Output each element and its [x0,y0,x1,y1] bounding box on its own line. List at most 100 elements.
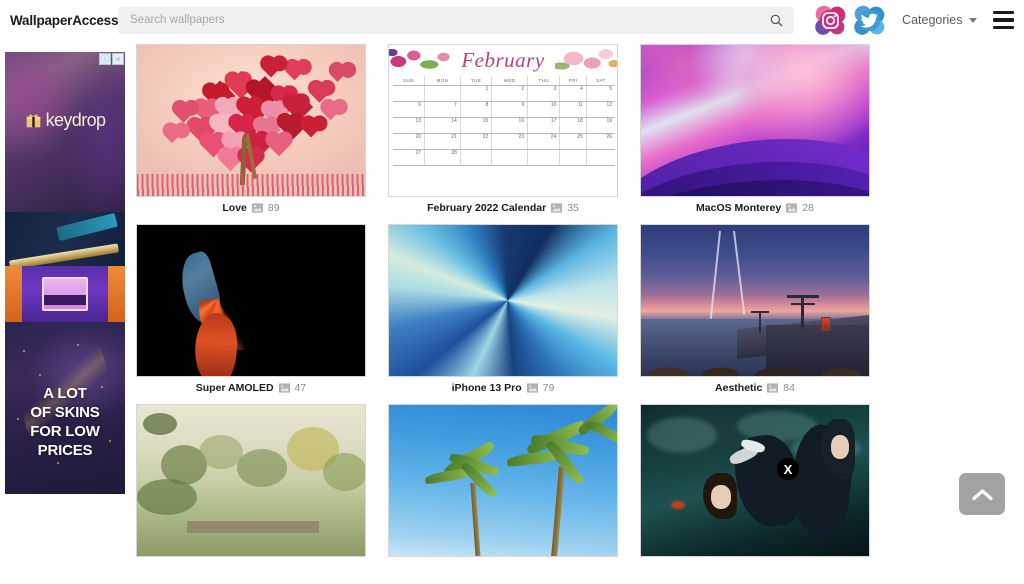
twitter-icon[interactable] [851,2,888,39]
wallpaper-card-palm-trees[interactable] [388,404,618,579]
scroll-to-top-button[interactable] [959,473,1005,515]
card-caption: Love 89 [136,197,366,219]
ad-headline: A LOT OF SKINS FOR LOW PRICES [5,384,125,460]
anime-overlay-close-button[interactable]: X [777,458,799,480]
ad-brand-name: keydrop [46,110,106,131]
calendar-day [586,150,615,166]
calendar-day [460,150,492,166]
calendar-day: 23 [492,134,528,150]
hamburger-icon-bar [993,11,1015,14]
amoled-artwork [137,225,365,376]
calendar-week-row: 13 14 15 16 17 18 19 [393,118,615,134]
image-icon [551,203,562,213]
calendar-day: 18 [560,118,587,134]
card-image-count: 79 [543,382,555,394]
image-icon [252,203,263,213]
calendar-header-row: SUN MON TUE WED THU FRI SAT [393,76,615,86]
wallpaper-card-anime[interactable]: X [640,404,870,579]
calendar-artwork: February SUN MON TUE WED THU FRI SAT [389,45,617,196]
wallpaper-grid: Love 89 February SUN MO [136,44,896,584]
ad-controls: ⓘ × [99,53,124,65]
wallpaper-thumbnail[interactable]: X [640,404,870,557]
calendar-day: 14 [425,118,461,134]
card-title[interactable]: iPhone 13 Pro [452,382,522,394]
card-title[interactable]: February 2022 Calendar [427,202,546,214]
aesthetic-artwork [641,225,869,376]
image-icon [767,383,778,393]
calendar-day: 15 [460,118,492,134]
calendar-day [393,86,425,102]
card-image-count: 89 [268,202,280,214]
ad-headline-line: OF SKINS [5,403,125,422]
wallpaper-thumbnail[interactable] [388,404,618,557]
image-icon [527,383,538,393]
calendar-week-row: 6 7 8 9 10 11 12 [393,102,615,118]
search-input[interactable] [118,7,794,34]
calendar-day: 17 [528,118,560,134]
wallpaper-thumbnail[interactable] [136,404,366,557]
wallpaper-card-love[interactable]: Love 89 [136,44,366,219]
wallpaper-thumbnail[interactable]: February SUN MON TUE WED THU FRI SAT [388,44,618,197]
calendar-day: 9 [492,102,528,118]
calendar-day: 7 [425,102,461,118]
bridge [187,520,319,534]
pier-lamp [821,317,831,331]
wallpaper-thumbnail[interactable] [136,224,366,377]
categories-label: Categories [902,13,962,27]
calendar-day: 10 [528,102,560,118]
card-title[interactable]: MacOS Monterey [696,202,781,214]
card-image-count: 28 [802,202,814,214]
ad-top-artwork [5,52,125,212]
ad-close-icon[interactable]: × [112,53,124,65]
calendar-table: SUN MON TUE WED THU FRI SAT [393,76,615,166]
wallpaper-thumbnail[interactable] [136,44,366,197]
wallpaper-thumbnail[interactable] [388,224,618,377]
chevron-up-icon [972,488,993,501]
sidebar-advertisement[interactable]: ⓘ × keydrop [5,52,125,494]
monterey-artwork [641,45,869,196]
site-header: WallpaperAccess [0,0,1024,40]
wallpaper-row: X [136,404,896,579]
weekday-header: SAT [586,76,615,86]
adchoices-info-icon[interactable]: ⓘ [99,53,111,65]
card-caption: Super AMOLED 47 [136,377,366,399]
wallpaper-card-february-2022-calendar[interactable]: February SUN MON TUE WED THU FRI SAT [388,44,618,219]
calendar-day [492,150,528,166]
card-image-count: 84 [783,382,795,394]
ad-crate-right [108,266,125,322]
instagram-icon[interactable] [812,2,849,39]
wallpaper-thumbnail[interactable] [640,44,870,197]
calendar-day: 27 [393,150,425,166]
site-logo[interactable]: WallpaperAccess [10,13,110,28]
ad-mid-artwork [5,212,125,322]
anime-artwork: X [641,405,869,556]
weekday-header: SUN [393,76,425,86]
search-button[interactable] [764,7,788,34]
calendar-day: 5 [586,86,615,102]
wallpaper-card-super-amoled[interactable]: Super AMOLED 47 [136,224,366,399]
card-image-count: 35 [567,202,579,214]
wallpaper-card-iphone-13-pro[interactable]: iPhone 13 Pro 79 [388,224,618,399]
card-title[interactable]: Love [222,202,247,214]
hamburger-menu-button[interactable] [993,11,1015,29]
calendar-day: 19 [586,118,615,134]
card-title[interactable]: Super AMOLED [196,382,274,394]
weekday-header: MON [425,76,461,86]
image-icon [279,383,290,393]
search-icon [770,14,783,27]
wallpaper-card-macos-monterey[interactable]: MacOS Monterey 28 [640,44,870,219]
ad-crate-row [5,266,125,322]
card-caption [640,557,870,579]
wallpaper-row: Love 89 February SUN MO [136,44,896,219]
ad-headline-line: FOR LOW [5,422,125,441]
ad-crate-center [42,277,88,311]
card-caption: February 2022 Calendar 35 [388,197,618,219]
categories-menu[interactable]: Categories [902,13,976,27]
calendar-day: 1 [460,86,492,102]
calendar-day: 24 [528,134,560,150]
wallpaper-thumbnail[interactable] [640,224,870,377]
wallpaper-card-nature[interactable] [136,404,366,579]
wallpaper-card-aesthetic[interactable]: Aesthetic 84 [640,224,870,399]
calendar-day: 22 [460,134,492,150]
card-title[interactable]: Aesthetic [715,382,762,394]
